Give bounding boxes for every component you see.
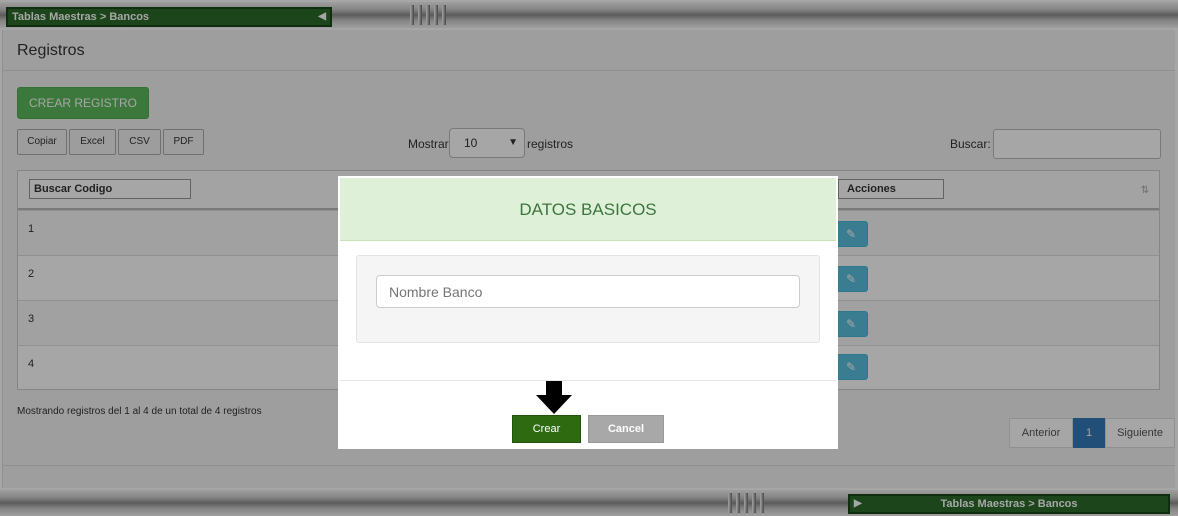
bank-name-input[interactable] [376, 275, 800, 308]
down-arrow-icon [536, 381, 572, 414]
modal-body [340, 240, 836, 381]
modal-header: DATOS BASICOS [340, 178, 836, 241]
create-modal: DATOS BASICOS Crear Cancel [338, 176, 838, 449]
cancel-button[interactable]: Cancel [588, 415, 664, 443]
form-well [356, 255, 820, 343]
modal-title: DATOS BASICOS [519, 200, 657, 219]
crear-button[interactable]: Crear [512, 415, 581, 443]
